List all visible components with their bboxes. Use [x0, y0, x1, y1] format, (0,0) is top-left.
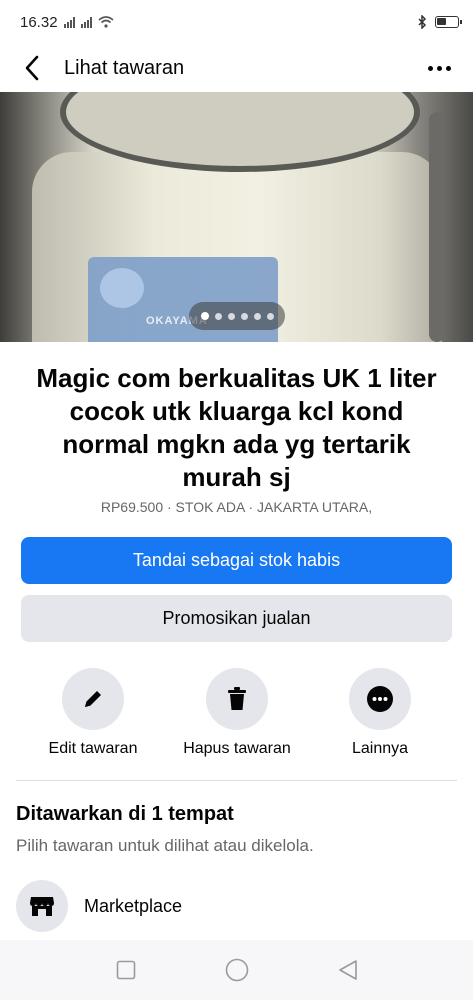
- section-title: Ditawarkan di 1 tempat: [16, 803, 234, 825]
- battery-icon: [435, 16, 462, 28]
- pager-dot: [214, 312, 222, 320]
- page-title: Lihat tawaran: [64, 56, 185, 79]
- marketplace-row[interactable]: Marketplace: [16, 878, 457, 934]
- more-options-button[interactable]: [422, 60, 457, 77]
- more-action-label: Lainnya: [351, 740, 409, 757]
- dot: [428, 65, 433, 71]
- listing-actions: Edit tawaran Hapus tawaran Lainnya: [0, 668, 473, 768]
- pencil-icon: [85, 691, 101, 707]
- more-icon: [367, 686, 393, 712]
- signal-icon: [63, 16, 75, 28]
- doraemon-face: [100, 268, 144, 308]
- more-action-button[interactable]: [349, 668, 411, 730]
- more-action[interactable]: Lainnya: [305, 668, 455, 758]
- shop-icon: [30, 897, 54, 916]
- edit-listing-action[interactable]: Edit tawaran: [18, 668, 168, 758]
- wifi-icon: [98, 16, 114, 28]
- promote-listing-button[interactable]: Promosikan jualan: [21, 595, 452, 642]
- pager-dot: [227, 312, 235, 320]
- system-nav-bar: [0, 940, 473, 1000]
- divider: [16, 780, 457, 781]
- delete-listing-button[interactable]: [206, 668, 268, 730]
- marketplace-label: Marketplace: [84, 895, 183, 916]
- top-app-bar: Lihat tawaran: [0, 44, 473, 92]
- rice-cooker-cord: [429, 112, 445, 342]
- home-button[interactable]: [222, 955, 252, 985]
- square-icon: [116, 960, 135, 980]
- section-subtitle: Pilih tawaran untuk dilihat atau dikelol…: [16, 836, 314, 855]
- back-nav-button[interactable]: [333, 955, 363, 985]
- pager-dot-active: [200, 312, 209, 320]
- status-time: 16.32: [20, 13, 58, 31]
- mark-sold-out-button[interactable]: Tandai sebagai stok habis: [21, 537, 452, 584]
- signal-icon-2: [80, 16, 92, 28]
- listing-title: Magic com berkualitas UK 1 liter cocok u…: [36, 363, 437, 492]
- chevron-left-icon: [25, 55, 39, 81]
- back-button[interactable]: [18, 54, 46, 82]
- delete-listing-action[interactable]: Hapus tawaran: [162, 668, 312, 758]
- edit-listing-label: Edit tawaran: [48, 740, 138, 757]
- shop-icon-container: [16, 880, 68, 932]
- dot: [437, 65, 442, 71]
- dot: [446, 65, 451, 71]
- pager-dot: [240, 312, 248, 320]
- circle-icon: [225, 958, 248, 982]
- edit-listing-button[interactable]: [62, 668, 124, 730]
- listing-meta: RP69.500 · STOK ADA · JAKARTA UTARA,: [100, 499, 373, 515]
- triangle-back-icon: [338, 960, 357, 980]
- photo-pager[interactable]: [189, 302, 285, 330]
- delete-listing-label: Hapus tawaran: [183, 740, 291, 757]
- pager-dot: [266, 312, 274, 320]
- pager-dot: [253, 312, 261, 320]
- bluetooth-icon: [418, 15, 427, 29]
- trash-icon: [228, 687, 246, 710]
- status-bar: 16.32: [0, 0, 473, 44]
- recents-button[interactable]: [111, 955, 141, 985]
- listing-photo[interactable]: OKAYAMA: [0, 92, 473, 342]
